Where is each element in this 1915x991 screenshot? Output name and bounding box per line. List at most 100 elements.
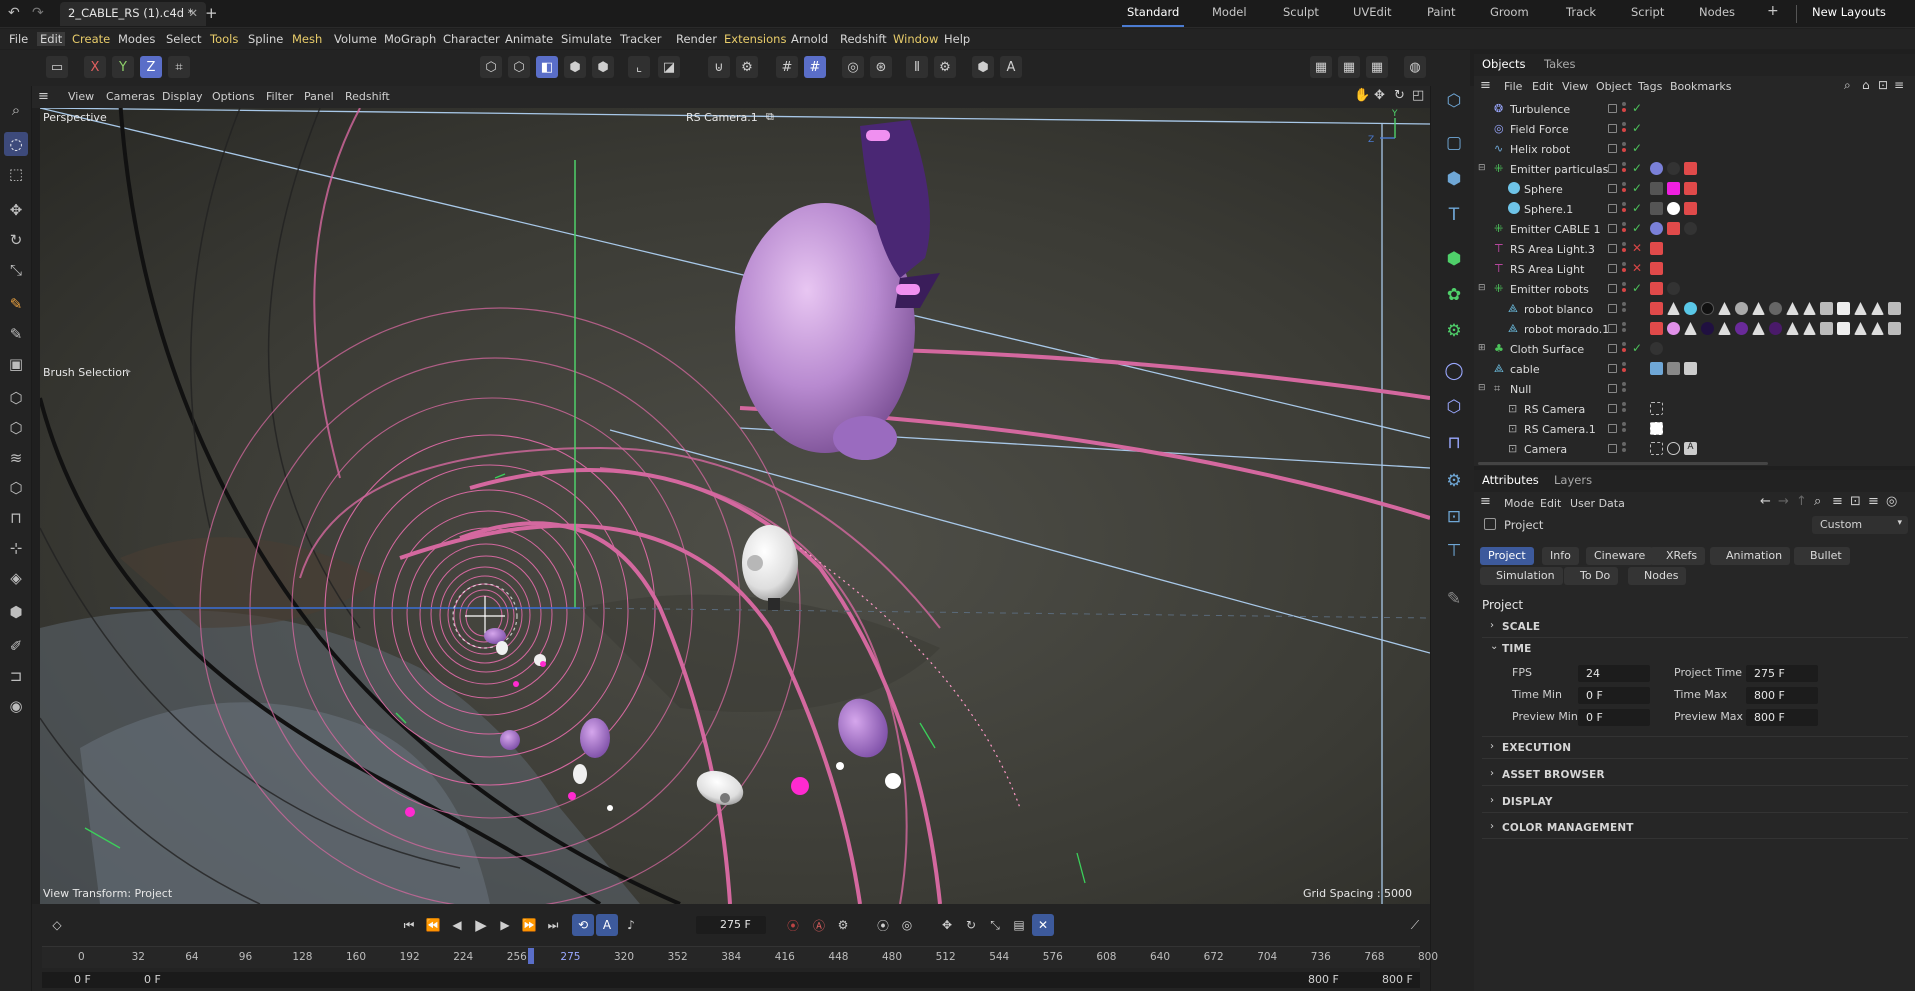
layers-icon[interactable]: ≋ — [4, 446, 28, 470]
enabled-check-icon[interactable]: ✓ — [1632, 121, 1642, 135]
cube-outline-icon[interactable]: ⬡ — [4, 416, 28, 440]
camera-tag-icon[interactable] — [1650, 402, 1663, 415]
material-tag-icon[interactable] — [1735, 322, 1748, 335]
3d-viewport[interactable]: Z Y Perspective RS Camera.1 ⧉ Brush Sele… — [40, 108, 1430, 904]
material-tag-icon[interactable] — [1684, 202, 1697, 215]
menu-tools[interactable]: Tools — [210, 32, 238, 46]
objects-menu-object[interactable]: Object — [1596, 80, 1632, 93]
collapse-icon[interactable]: ⊟ — [1478, 383, 1486, 393]
goto-start-icon[interactable]: ⏮ — [398, 914, 420, 936]
objects-menu-bookmarks[interactable]: Bookmarks — [1670, 80, 1731, 93]
material-tag-icon[interactable] — [1769, 322, 1782, 335]
enabled-check-icon[interactable]: ✓ — [1632, 281, 1642, 295]
visibility-dots[interactable] — [1622, 342, 1626, 356]
enabled-check-icon[interactable]: ✓ — [1632, 181, 1642, 195]
visibility-dots[interactable] — [1622, 382, 1626, 396]
section-time-chevron-icon[interactable]: ⌄ — [1490, 641, 1498, 652]
uv-tag-icon[interactable] — [1820, 302, 1833, 315]
object-row-field-force[interactable]: ◎ Field Force ✓ — [1474, 119, 1915, 139]
material-tag-icon[interactable] — [1667, 202, 1680, 215]
axis-icon[interactable]: ⌞ — [628, 56, 650, 78]
tag-icon[interactable] — [1752, 322, 1765, 335]
edit-icon[interactable] — [1608, 304, 1617, 313]
objects-menu-icon[interactable]: ≡ — [1480, 78, 1491, 93]
tag-icon[interactable] — [1650, 162, 1663, 175]
time-max-field[interactable]: 800 F — [1746, 687, 1818, 704]
record-icon[interactable]: ⦿ — [782, 914, 804, 936]
camera-tag-icon[interactable] — [1650, 422, 1663, 435]
move-icon[interactable]: ✥ — [4, 198, 28, 222]
enabled-check-icon[interactable]: ✓ — [1632, 221, 1642, 235]
rotation-key-icon[interactable]: ↻ — [960, 914, 982, 936]
filter-icon[interactable]: ≡ — [1832, 494, 1843, 509]
edit-icon[interactable] — [1608, 204, 1617, 213]
preview-min-field[interactable]: 0 F — [1578, 709, 1650, 726]
render-settings-icon[interactable]: ▦ — [1366, 56, 1388, 78]
symmetry-icon[interactable]: ⫴ — [906, 56, 928, 78]
search-icon[interactable]: ⌕ — [1844, 78, 1851, 93]
playhead[interactable] — [528, 948, 534, 964]
uv-mode-icon[interactable]: ⬢ — [592, 56, 614, 78]
snap-settings-icon[interactable]: ⚙ — [736, 56, 758, 78]
viewport-menu-icon[interactable]: ≡ — [38, 89, 49, 104]
menu-help[interactable]: Help — [944, 32, 970, 46]
enabled-check-icon[interactable]: ✓ — [1632, 161, 1642, 175]
attributes-menu-icon[interactable]: ≡ — [1480, 494, 1491, 509]
workspace-uvedit[interactable]: UVEdit — [1353, 5, 1392, 19]
material-tag-icon[interactable] — [1701, 322, 1714, 335]
edit-icon[interactable] — [1608, 184, 1617, 193]
lock-icon[interactable]: ⊡ — [1850, 494, 1861, 509]
tag-icon[interactable] — [1718, 322, 1731, 335]
paint-icon[interactable]: ✎ — [4, 322, 28, 346]
enabled-check-icon[interactable]: ✓ — [1632, 141, 1642, 155]
visibility-dots[interactable] — [1622, 222, 1626, 236]
tag-icon[interactable] — [1650, 182, 1663, 195]
edit-icon[interactable] — [1608, 384, 1617, 393]
range-start-field-2[interactable]: 0 F — [144, 973, 161, 986]
symmetry-settings-icon[interactable]: ⚙ — [934, 56, 956, 78]
x-axis-button[interactable]: X — [84, 56, 106, 78]
brush-selection-info-icon[interactable]: ▸ — [126, 366, 131, 377]
cube-primitive-icon[interactable]: ⬡ — [1441, 88, 1467, 114]
attributes-menu-edit[interactable]: Edit — [1540, 497, 1561, 510]
object-row-rs-camera-1[interactable]: ⊡ RS Camera.1 — [1474, 419, 1915, 439]
next-frame-icon[interactable]: ▶ — [494, 914, 516, 936]
tag-icon[interactable] — [1854, 302, 1867, 315]
tab-to-do[interactable]: To Do — [1564, 567, 1619, 585]
tab-cineware[interactable]: Cineware — [1586, 547, 1654, 565]
menu-spline[interactable]: Spline — [248, 32, 283, 46]
current-frame-field[interactable]: 275 F — [696, 916, 766, 934]
visibility-dots[interactable] — [1622, 362, 1626, 376]
text-icon[interactable]: T — [1441, 202, 1467, 228]
rotate-view-icon[interactable]: ↻ — [1394, 88, 1405, 103]
visibility-dots[interactable] — [1622, 182, 1626, 196]
home-icon[interactable]: ⌂ — [1862, 78, 1870, 92]
menu-arnold[interactable]: Arnold — [791, 32, 828, 46]
tab-animation[interactable]: Animation — [1710, 547, 1791, 565]
deformer-bend-icon[interactable]: ◯ — [1441, 358, 1467, 384]
menu-mesh[interactable]: Mesh — [292, 32, 322, 46]
camera-tag-icon[interactable] — [1650, 442, 1663, 455]
menu-volume[interactable]: Volume — [334, 32, 377, 46]
attributes-menu-user-data[interactable]: User Data — [1570, 497, 1625, 510]
tag-icon[interactable] — [1871, 302, 1884, 315]
menu-modes[interactable]: Modes — [118, 32, 155, 46]
tab-takes[interactable]: Takes — [1544, 57, 1576, 71]
section-color-management-chevron-icon[interactable]: › — [1490, 821, 1494, 832]
visibility-dots[interactable] — [1622, 162, 1626, 176]
viewport-menu-filter[interactable]: Filter — [266, 90, 293, 103]
tab-simulation[interactable]: Simulation — [1480, 567, 1563, 585]
pen-tool-icon[interactable]: ✎ — [1441, 586, 1467, 612]
visibility-dots[interactable] — [1622, 442, 1626, 456]
visibility-dots[interactable] — [1622, 262, 1626, 276]
edges-mode-icon[interactable]: ⬡ — [508, 56, 530, 78]
menu-extensions[interactable]: Extensions — [724, 32, 786, 46]
project-time-field[interactable]: 275 F — [1746, 665, 1818, 682]
fps-field[interactable]: 24 — [1578, 665, 1650, 682]
section-scale-chevron-icon[interactable]: › — [1490, 620, 1494, 631]
tag-icon[interactable] — [1752, 302, 1765, 315]
edit-icon[interactable] — [1608, 124, 1617, 133]
pan-icon[interactable]: ✋ — [1354, 88, 1370, 103]
coordinate-system-icon[interactable]: ⌗ — [168, 56, 190, 78]
redshift-light-icon[interactable]: ⊤ — [1441, 538, 1467, 564]
